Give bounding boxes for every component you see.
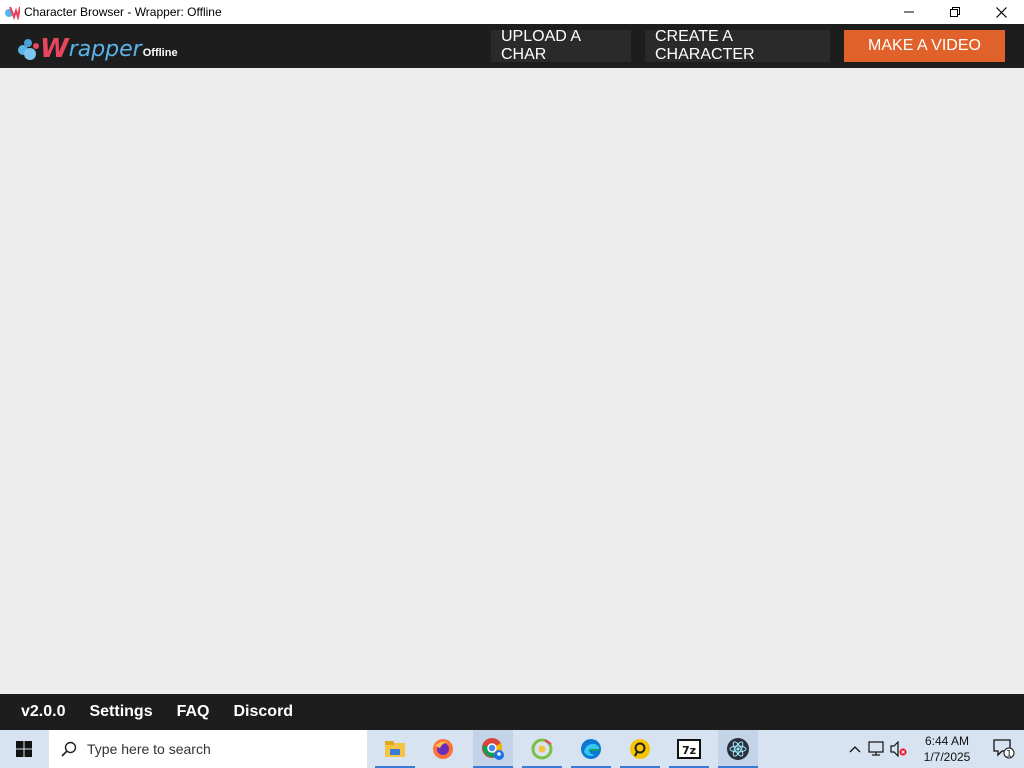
- faq-link[interactable]: FAQ: [177, 703, 210, 721]
- window-controls: [886, 0, 1024, 24]
- file-explorer-icon[interactable]: [375, 730, 415, 768]
- upload-char-button[interactable]: UPLOAD A CHAR: [491, 28, 631, 63]
- edge-icon[interactable]: [571, 730, 611, 768]
- minimize-button[interactable]: [886, 0, 932, 24]
- app-yellow-icon[interactable]: [620, 730, 660, 768]
- character-browser-content: [0, 68, 1024, 694]
- windows-icon: [16, 741, 32, 757]
- version-label: v2.0.0: [21, 703, 66, 720]
- discord-link[interactable]: Discord: [234, 703, 294, 721]
- app-green-icon[interactable]: [522, 730, 562, 768]
- make-video-button[interactable]: MAKE A VIDEO: [844, 30, 1005, 62]
- volume-muted-icon[interactable]: [888, 730, 910, 768]
- wrapper-offline-logo[interactable]: W rapper Offline: [16, 30, 178, 62]
- svg-text:7z: 7z: [682, 744, 696, 757]
- chrome-profile-icon[interactable]: [473, 730, 513, 768]
- system-tray: 6:44 AM 1/7/2025 1: [844, 730, 1024, 768]
- logo-bubbles-icon: [16, 34, 44, 62]
- start-button[interactable]: [0, 730, 48, 768]
- clock-time: 6:44 AM: [924, 734, 970, 748]
- wrapper-app-icon: [4, 4, 22, 22]
- logo-w: W: [40, 34, 69, 64]
- clock-date: 1/7/2025: [923, 750, 971, 764]
- create-character-button[interactable]: CREATE A CHARACTER: [645, 28, 830, 63]
- app-footer: v2.0.0 Settings FAQ Discord: [0, 694, 1024, 730]
- search-placeholder: Type here to search: [87, 741, 211, 757]
- taskbar: Type here to search 7z 6:44 AM 1/7/2025 …: [0, 730, 1024, 768]
- taskbar-clock[interactable]: 6:44 AM 1/7/2025: [916, 733, 978, 765]
- taskbar-search-box[interactable]: Type here to search: [49, 730, 367, 768]
- show-hidden-icons-chevron-icon[interactable]: [844, 730, 866, 768]
- 7zip-icon[interactable]: 7z: [669, 730, 709, 768]
- settings-link[interactable]: Settings: [89, 703, 152, 721]
- firefox-icon[interactable]: [423, 730, 463, 768]
- network-icon[interactable]: [866, 730, 888, 768]
- window-title: Character Browser - Wrapper: Offline: [24, 5, 222, 19]
- search-icon: [61, 741, 77, 757]
- action-center-button[interactable]: 1: [984, 730, 1024, 768]
- logo-offline: Offline: [142, 47, 178, 59]
- window-titlebar: Character Browser - Wrapper: Offline: [0, 0, 1024, 24]
- notification-count: 1: [1006, 750, 1012, 760]
- logo-rapper: rapper: [68, 37, 142, 62]
- restore-button[interactable]: [932, 0, 978, 24]
- notification-icon: 1: [993, 739, 1015, 759]
- close-button[interactable]: [978, 0, 1024, 24]
- electron-icon[interactable]: [718, 730, 758, 768]
